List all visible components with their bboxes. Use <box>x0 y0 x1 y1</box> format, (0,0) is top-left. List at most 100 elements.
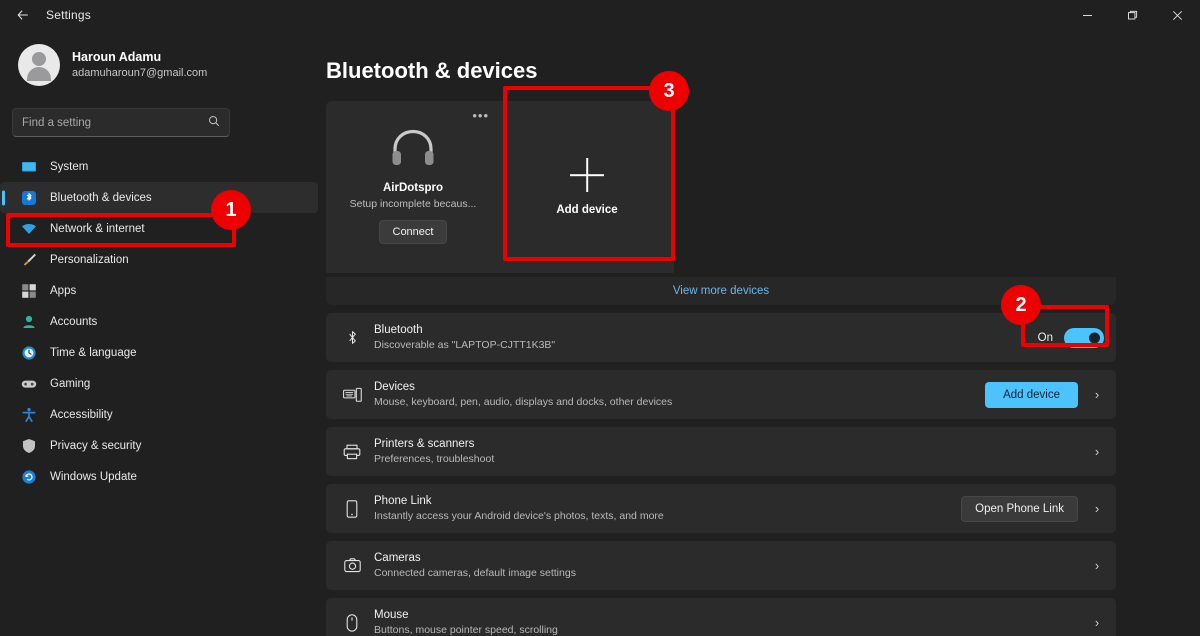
sidebar: Haroun Adamu adamuharoun7@gmail.com Syst… <box>0 30 326 636</box>
add-device-tile-label: Add device <box>556 204 618 216</box>
cards-filler <box>674 101 1116 273</box>
row-subtitle: Connected cameras, default image setting… <box>374 567 576 580</box>
sidebar-item-label: Apps <box>50 284 77 297</box>
devices-row[interactable]: Devices Mouse, keyboard, pen, audio, dis… <box>326 370 1116 419</box>
device-cards: ••• AirDotspro Setup incomplete becaus..… <box>326 101 1116 273</box>
row-title: Printers & scanners <box>374 437 475 450</box>
phone-link-row[interactable]: Phone Link Instantly access your Android… <box>326 484 1116 533</box>
sidebar-item-windows-update[interactable]: Windows Update <box>0 461 318 492</box>
connect-button[interactable]: Connect <box>378 220 448 244</box>
plus-icon <box>570 158 604 192</box>
sidebar-item-time-language[interactable]: Time & language <box>0 337 318 368</box>
row-title: Mouse <box>374 608 409 621</box>
cameras-row-actions: › <box>1090 558 1104 573</box>
chevron-right-icon[interactable]: › <box>1090 444 1104 459</box>
devices-row-text: Devices Mouse, keyboard, pen, audio, dis… <box>374 379 985 411</box>
sidebar-item-accessibility[interactable]: Accessibility <box>0 399 318 430</box>
sidebar-item-label: Accounts <box>50 315 98 328</box>
sidebar-item-label: System <box>50 160 89 173</box>
annotation-badge-3: 3 <box>649 71 689 111</box>
sidebar-item-bluetooth-devices[interactable]: Bluetooth & devices <box>0 182 318 213</box>
sidebar-item-apps[interactable]: Apps <box>0 275 318 306</box>
close-icon[interactable] <box>1155 0 1200 30</box>
phone-link-row-text: Phone Link Instantly access your Android… <box>374 493 961 525</box>
monitor-icon <box>20 158 37 175</box>
row-title: Devices <box>374 380 415 393</box>
sidebar-item-label: Time & language <box>50 346 137 359</box>
annotation-badge-2: 2 <box>1001 285 1041 325</box>
sidebar-item-label: Windows Update <box>50 470 137 483</box>
row-subtitle: Discoverable as "LAPTOP-CJTT1K3B" <box>374 339 556 352</box>
sidebar-item-accounts[interactable]: Accounts <box>0 306 318 337</box>
back-arrow-icon[interactable] <box>0 0 46 30</box>
window-title: Settings <box>46 8 91 22</box>
sidebar-item-label: Personalization <box>50 253 129 266</box>
device-card[interactable]: ••• AirDotspro Setup incomplete becaus..… <box>326 101 500 273</box>
cameras-row-text: Cameras Connected cameras, default image… <box>374 550 1090 582</box>
minimize-icon[interactable] <box>1065 0 1110 30</box>
sidebar-item-label: Gaming <box>50 377 91 390</box>
sidebar-item-system[interactable]: System <box>0 151 318 182</box>
printers-row-actions: › <box>1090 444 1104 459</box>
phone-icon <box>340 499 364 518</box>
sidebar-item-personalization[interactable]: Personalization <box>0 244 318 275</box>
row-title: Cameras <box>374 551 421 564</box>
chevron-right-icon[interactable]: › <box>1090 558 1104 573</box>
update-icon <box>20 468 37 485</box>
row-title: Bluetooth <box>374 323 423 336</box>
mouse-row[interactable]: Mouse Buttons, mouse pointer speed, scro… <box>326 598 1116 636</box>
title-bar: Settings <box>0 0 1200 30</box>
bluetooth-toggle-row[interactable]: Bluetooth Discoverable as "LAPTOP-CJTT1K… <box>326 313 1116 362</box>
accessibility-icon <box>20 406 37 423</box>
mouse-row-text: Mouse Buttons, mouse pointer speed, scro… <box>374 607 1090 636</box>
more-options-icon[interactable]: ••• <box>472 109 489 122</box>
bluetooth-icon <box>340 329 364 346</box>
restore-icon[interactable] <box>1110 0 1155 30</box>
page-title: Bluetooth & devices <box>326 58 538 83</box>
bluetooth-toggle[interactable] <box>1064 327 1104 348</box>
person-icon <box>20 313 37 330</box>
sidebar-item-label: Network & internet <box>50 222 145 235</box>
sidebar-nav: System Bluetooth & devices Network & int… <box>0 151 326 492</box>
sidebar-item-privacy-security[interactable]: Privacy & security <box>0 430 318 461</box>
sidebar-item-label: Privacy & security <box>50 439 142 452</box>
view-more-devices-label: View more devices <box>672 285 770 297</box>
row-subtitle: Instantly access your Android device's p… <box>374 510 664 523</box>
sidebar-item-network-internet[interactable]: Network & internet <box>0 213 318 244</box>
row-subtitle: Mouse, keyboard, pen, audio, displays an… <box>374 396 673 409</box>
gamepad-icon <box>20 375 37 392</box>
toggle-state-label: On <box>1037 331 1053 344</box>
sidebar-item-gaming[interactable]: Gaming <box>0 368 318 399</box>
avatar <box>18 44 60 86</box>
chevron-right-icon[interactable]: › <box>1090 615 1104 630</box>
row-subtitle: Buttons, mouse pointer speed, scrolling <box>374 624 558 636</box>
add-device-tile[interactable]: Add device <box>500 101 674 273</box>
add-device-button[interactable]: Add device <box>985 381 1078 408</box>
device-card-status: Setup incomplete becaus... <box>349 198 477 210</box>
chevron-right-icon[interactable]: › <box>1090 501 1104 516</box>
chevron-right-icon[interactable]: › <box>1090 387 1104 402</box>
sidebar-item-label: Bluetooth & devices <box>50 191 152 204</box>
headphones-icon <box>390 128 436 168</box>
row-subtitle: Preferences, troubleshoot <box>374 453 495 466</box>
settings-window: Settings Haroun Adamu adamuharoun7@gmail… <box>0 0 1200 636</box>
clock-icon <box>20 344 37 361</box>
main-content: Bluetooth & devices ••• AirDotspro Setup… <box>326 30 1200 636</box>
open-phone-link-button[interactable]: Open Phone Link <box>961 495 1078 522</box>
printers-row-text: Printers & scanners Preferences, trouble… <box>374 436 1090 468</box>
search-box[interactable] <box>12 108 230 137</box>
account-email: adamuharoun7@gmail.com <box>72 67 208 80</box>
mouse-icon <box>340 613 364 632</box>
bluetooth-row-text: Bluetooth Discoverable as "LAPTOP-CJTT1K… <box>374 322 1038 354</box>
cameras-row[interactable]: Cameras Connected cameras, default image… <box>326 541 1116 590</box>
account-section[interactable]: Haroun Adamu adamuharoun7@gmail.com <box>0 34 326 96</box>
search-icon <box>208 115 220 130</box>
bluetooth-icon <box>20 189 37 206</box>
bluetooth-toggle-group[interactable]: On <box>1037 327 1104 348</box>
printers-scanners-row[interactable]: Printers & scanners Preferences, trouble… <box>326 427 1116 476</box>
wifi-icon <box>20 220 37 237</box>
paintbrush-icon <box>20 251 37 268</box>
row-title: Phone Link <box>374 494 432 507</box>
search-input[interactable] <box>22 116 208 129</box>
view-more-devices-link[interactable]: View more devices <box>326 277 1116 305</box>
